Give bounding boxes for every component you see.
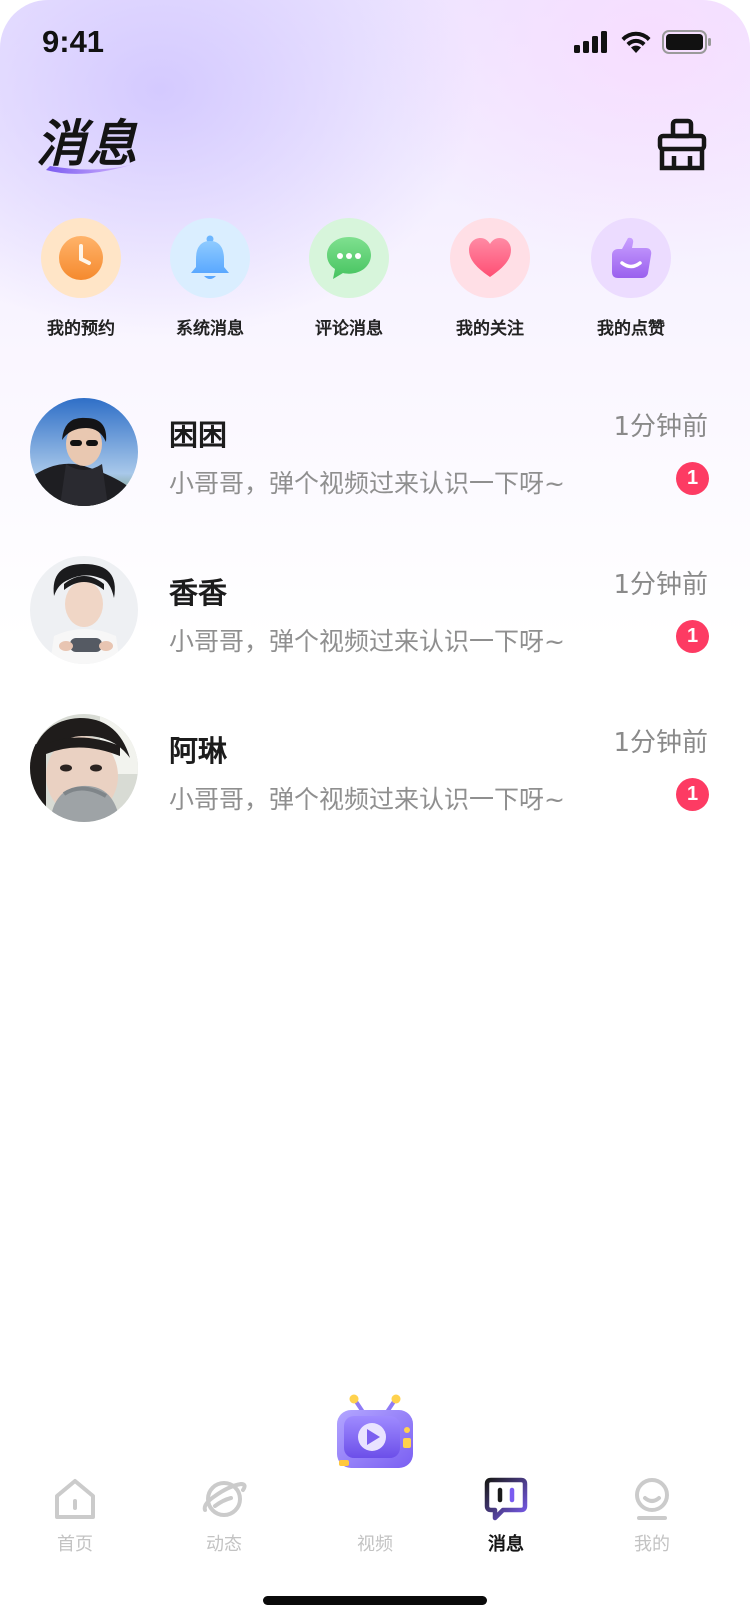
message-preview: 小哥哥，弹个视频过来认识一下呀~ bbox=[169, 785, 565, 814]
message-icon bbox=[484, 1477, 528, 1521]
message-time: 1分钟前 bbox=[613, 570, 708, 600]
heart-icon bbox=[469, 238, 511, 277]
message-preview: 小哥哥，弹个视频过来认识一下呀~ bbox=[169, 469, 565, 498]
page-title-text: 消息 bbox=[36, 115, 138, 173]
unread-badge: 1 bbox=[676, 778, 709, 811]
tab-label: 首页 bbox=[57, 1534, 93, 1555]
quick-entries: 我的预约 系统消息 评论消息 我的关注 我的点赞 bbox=[0, 218, 750, 348]
tab-bar: 首页 动态 视频 消息 我的 bbox=[0, 1394, 750, 1558]
avatar-image bbox=[30, 556, 138, 664]
avatar-image bbox=[30, 398, 138, 506]
wifi-icon bbox=[621, 31, 651, 53]
message-preview: 小哥哥，弹个视频过来认识一下呀~ bbox=[169, 627, 565, 656]
profile-icon bbox=[635, 1478, 669, 1520]
tab-feed[interactable]: 动态 bbox=[164, 1418, 284, 1556]
tab-label: 动态 bbox=[206, 1534, 242, 1555]
quick-entry-label: 评论消息 bbox=[315, 319, 383, 339]
tab-video[interactable]: 视频 bbox=[315, 1394, 435, 1556]
tab-home[interactable]: 首页 bbox=[15, 1418, 135, 1556]
message-time: 1分钟前 bbox=[613, 412, 708, 442]
thumbs-up-icon bbox=[612, 237, 652, 278]
quick-entry-following[interactable]: 我的关注 bbox=[425, 218, 555, 339]
tab-label: 视频 bbox=[357, 1534, 393, 1555]
status-icons bbox=[574, 30, 712, 54]
avatar-image bbox=[30, 714, 138, 822]
status-bar: 9:41 bbox=[0, 0, 750, 92]
quick-entry-label: 我的预约 bbox=[47, 319, 115, 339]
contact-name: 困困 bbox=[169, 418, 228, 452]
chat-bubble-icon bbox=[327, 237, 371, 279]
quick-entry-label: 我的关注 bbox=[456, 319, 524, 339]
avatar[interactable] bbox=[30, 556, 138, 664]
signal-icon bbox=[574, 31, 607, 53]
quick-entry-icon-bg bbox=[450, 218, 530, 298]
unread-badge: 1 bbox=[676, 620, 709, 653]
tab-messages[interactable]: 消息 bbox=[446, 1418, 566, 1556]
broom-icon[interactable] bbox=[656, 118, 708, 172]
tv-play-icon bbox=[337, 1394, 413, 1468]
tab-profile[interactable]: 我的 bbox=[592, 1418, 712, 1556]
quick-entry-likes[interactable]: 我的点赞 bbox=[566, 218, 696, 339]
bell-icon bbox=[191, 235, 229, 279]
quick-entry-appointments[interactable]: 我的预约 bbox=[16, 218, 146, 339]
avatar[interactable] bbox=[30, 714, 138, 822]
message-item[interactable]: 香香 1分钟前 小哥哥，弹个视频过来认识一下呀~ 1 bbox=[0, 554, 750, 712]
quick-entry-icon-bg bbox=[41, 218, 121, 298]
tab-label: 消息 bbox=[488, 1534, 524, 1555]
message-item[interactable]: 困困 1分钟前 小哥哥，弹个视频过来认识一下呀~ 1 bbox=[0, 396, 750, 554]
clock-icon bbox=[59, 236, 103, 280]
avatar[interactable] bbox=[30, 398, 138, 506]
quick-entry-label: 我的点赞 bbox=[597, 319, 665, 339]
home-indicator bbox=[263, 1596, 487, 1605]
quick-entry-icon-bg bbox=[591, 218, 671, 298]
status-time: 9:41 bbox=[42, 24, 105, 59]
unread-badge: 1 bbox=[676, 462, 709, 495]
contact-name: 阿琳 bbox=[169, 734, 228, 768]
quick-entry-icon-bg bbox=[309, 218, 389, 298]
planet-icon bbox=[202, 1481, 247, 1517]
home-icon bbox=[55, 1479, 95, 1519]
message-item[interactable]: 阿琳 1分钟前 小哥哥，弹个视频过来认识一下呀~ 1 bbox=[0, 712, 750, 870]
page-title: 消息 bbox=[36, 104, 138, 176]
quick-entry-comments[interactable]: 评论消息 bbox=[284, 218, 414, 339]
tab-label: 我的 bbox=[634, 1534, 670, 1555]
battery-icon bbox=[662, 30, 711, 54]
screen: 9:41 消息 我的预约 系统消息 评论消息 我的关注 我的点赞 困困 1分钟前… bbox=[0, 0, 750, 1624]
quick-entry-label: 系统消息 bbox=[176, 319, 244, 339]
quick-entry-system[interactable]: 系统消息 bbox=[145, 218, 275, 339]
contact-name: 香香 bbox=[169, 576, 228, 610]
quick-entry-icon-bg bbox=[170, 218, 250, 298]
message-time: 1分钟前 bbox=[613, 728, 708, 758]
message-list: 困困 1分钟前 小哥哥，弹个视频过来认识一下呀~ 1 香香 1分钟前 小哥哥，弹… bbox=[0, 396, 750, 870]
